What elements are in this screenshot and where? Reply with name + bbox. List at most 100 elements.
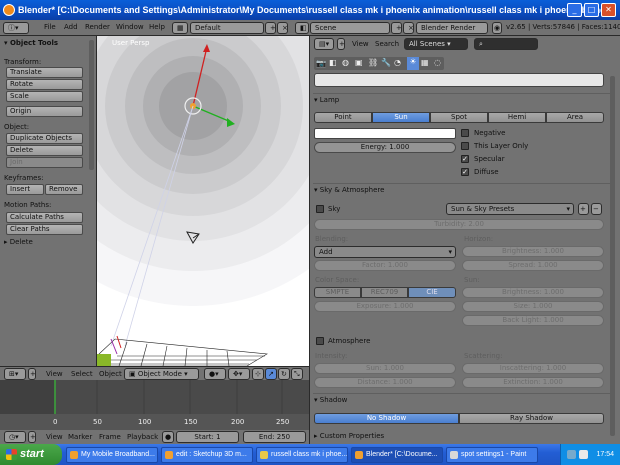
sky-panel-header[interactable]: ▾ Sky & Atmosphere [314, 186, 384, 194]
timeline-menu-view[interactable]: View [46, 433, 63, 441]
ray-shadow-button[interactable]: Ray Shadow [459, 413, 604, 424]
lamp-type-area[interactable]: Area [546, 112, 604, 123]
lamp-type-spot[interactable]: Spot [430, 112, 488, 123]
maximize-button[interactable]: □ [584, 3, 599, 17]
lamp-color-swatch[interactable] [314, 128, 456, 139]
sun-sky-presets-select[interactable]: Sun & Sky Presets ▾ [446, 203, 574, 215]
render-engine-select[interactable]: Blender Render [416, 22, 488, 34]
no-shadow-button[interactable]: No Shadow [314, 413, 459, 424]
manipulator-toggle-icon[interactable]: ⊹ [252, 368, 264, 380]
scene-add-button[interactable]: + [391, 22, 402, 34]
duplicate-objects-button[interactable]: Duplicate Objects [6, 133, 83, 144]
horizon-spread-slider[interactable]: Spread: 1.000 [462, 260, 604, 271]
sun-size-slider[interactable]: Size: 1.000 [462, 301, 604, 312]
start-button[interactable]: start [0, 444, 62, 465]
inscattering-slider[interactable]: Inscattering: 1.000 [462, 363, 604, 374]
lamp-type-hemi[interactable]: Hemi [488, 112, 546, 123]
calculate-paths-button[interactable]: Calculate Paths [6, 212, 83, 223]
scenes-filter-select[interactable]: All Scenes ▾ [404, 38, 468, 50]
horizon-brightness-slider[interactable]: Brightness: 1.000 [462, 246, 604, 257]
task-explorer-folder[interactable]: russell class mk i phoe... [256, 447, 348, 463]
extinction-slider[interactable]: Extinction: 1.000 [462, 377, 604, 388]
translate-button[interactable]: Translate [6, 67, 83, 78]
editor-type-properties-icon[interactable]: ▤▾ [314, 38, 334, 50]
rotate-manipulator-icon[interactable]: ↻ [278, 368, 290, 380]
props-search-field[interactable]: ⌕ [474, 38, 538, 50]
clock[interactable]: 17:54 [596, 451, 614, 458]
menu-help[interactable]: Help [149, 23, 165, 31]
colorspace-rec709[interactable]: REC709 [361, 287, 408, 298]
sky-checkbox[interactable] [316, 205, 324, 213]
properties-scrollbar[interactable] [610, 76, 615, 436]
tool-shelf-scrollbar[interactable] [89, 40, 94, 170]
minimize-button[interactable]: _ [567, 3, 582, 17]
viewport-menu-view[interactable]: View [46, 370, 63, 378]
scene-remove-button[interactable]: × [403, 22, 414, 34]
lamp-panel-header[interactable]: ▾ Lamp [314, 96, 339, 104]
record-keyframe-icon[interactable]: ● [162, 431, 174, 443]
shadow-panel-header[interactable]: ▾ Shadow [314, 396, 347, 404]
diffuse-checkbox[interactable]: ✓ [461, 168, 469, 176]
screen-remove-button[interactable]: × [277, 22, 288, 34]
custom-properties-header[interactable]: ▸ Custom Properties [314, 432, 384, 440]
delete-button[interactable]: Delete [6, 145, 83, 156]
viewport-shading-icon[interactable]: ●▾ [204, 368, 226, 380]
intensity-distance-slider[interactable]: Distance: 1.000 [314, 377, 456, 388]
origin-button[interactable]: Origin [6, 106, 83, 117]
data-tab-icon[interactable]: ◔ [394, 58, 401, 67]
this-layer-only-checkbox[interactable] [461, 142, 469, 150]
editor-type-timeline-icon[interactable]: ◷▾ [4, 431, 26, 443]
object-mode-select[interactable]: ▣ Object Mode ▾ [124, 368, 199, 380]
factor-slider[interactable]: Factor: 1.000 [314, 260, 456, 271]
scene-tab-icon[interactable]: ◧ [329, 58, 337, 67]
exposure-slider[interactable]: Exposure: 1.000 [314, 301, 456, 312]
props-menu-toggle-icon[interactable]: + [337, 38, 345, 50]
scene-icon[interactable]: ◧ [295, 22, 309, 34]
info-editor-selector[interactable]: ⓘ▾ [3, 22, 29, 34]
remove-preset-button[interactable]: − [591, 203, 602, 215]
scale-manipulator-icon[interactable]: ⤡ [291, 368, 303, 380]
world-tab-icon[interactable]: ◍ [342, 58, 349, 67]
viewport-menu-object[interactable]: Object [99, 370, 122, 378]
remove-keyframe-button[interactable]: Remove [45, 184, 83, 195]
task-sketchup[interactable]: edit : Sketchup 3D m... [161, 447, 253, 463]
colorspace-cie[interactable]: CIE [408, 287, 456, 298]
lamp-datablock-field[interactable] [314, 73, 604, 87]
screen-layout-select[interactable]: Default [190, 22, 264, 34]
lamp-data-tab-icon[interactable]: ☀ [407, 57, 419, 70]
screen-add-button[interactable]: + [265, 22, 276, 34]
timeline-menu-frame[interactable]: Frame [99, 433, 121, 441]
clear-paths-button[interactable]: Clear Paths [6, 224, 83, 235]
translate-manipulator-icon[interactable]: ↗ [265, 368, 277, 380]
screen-layout-icon[interactable]: ▦ [172, 22, 188, 34]
timeline-menu-marker[interactable]: Marker [68, 433, 92, 441]
volume-tray-icon[interactable] [579, 450, 588, 459]
constraints-tab-icon[interactable]: ⛓ [368, 58, 378, 67]
start-frame-field[interactable]: Start: 1 [176, 431, 239, 443]
task-blender[interactable]: Blender* [C:\Docume... [351, 447, 443, 463]
turbidity-slider[interactable]: Turbidity: 2.00 [314, 219, 604, 230]
join-button[interactable]: Join [6, 157, 83, 168]
sun-brightness-slider[interactable]: Brightness: 1.000 [462, 287, 604, 298]
intensity-sun-slider[interactable]: Sun: 1.000 [314, 363, 456, 374]
task-mobile-broadband[interactable]: My Mobile Broadband... [66, 447, 158, 463]
blending-select[interactable]: Add ▾ [314, 246, 456, 258]
editor-type-3d-icon[interactable]: ⊞▾ [4, 368, 26, 380]
props-menu-view[interactable]: View [352, 40, 369, 48]
delete-section-header[interactable]: ▸ Delete [4, 238, 33, 246]
negative-checkbox[interactable] [461, 129, 469, 137]
menu-toggle-icon[interactable]: + [28, 368, 36, 380]
lamp-type-sun[interactable]: Sun [372, 112, 430, 123]
pivot-point-icon[interactable]: ✥▾ [228, 368, 250, 380]
menu-add[interactable]: Add [64, 23, 78, 31]
close-button[interactable]: ✕ [601, 3, 616, 17]
scale-button[interactable]: Scale [6, 91, 83, 102]
energy-slider[interactable]: Energy: 1.000 [314, 142, 456, 153]
menu-window[interactable]: Window [116, 23, 144, 31]
rotate-button[interactable]: Rotate [6, 79, 83, 90]
menu-file[interactable]: File [44, 23, 56, 31]
scene-select[interactable]: Scene [310, 22, 390, 34]
network-tray-icon[interactable] [567, 450, 576, 459]
modifiers-tab-icon[interactable]: 🔧 [381, 58, 391, 67]
colorspace-smpte[interactable]: SMPTE [314, 287, 361, 298]
